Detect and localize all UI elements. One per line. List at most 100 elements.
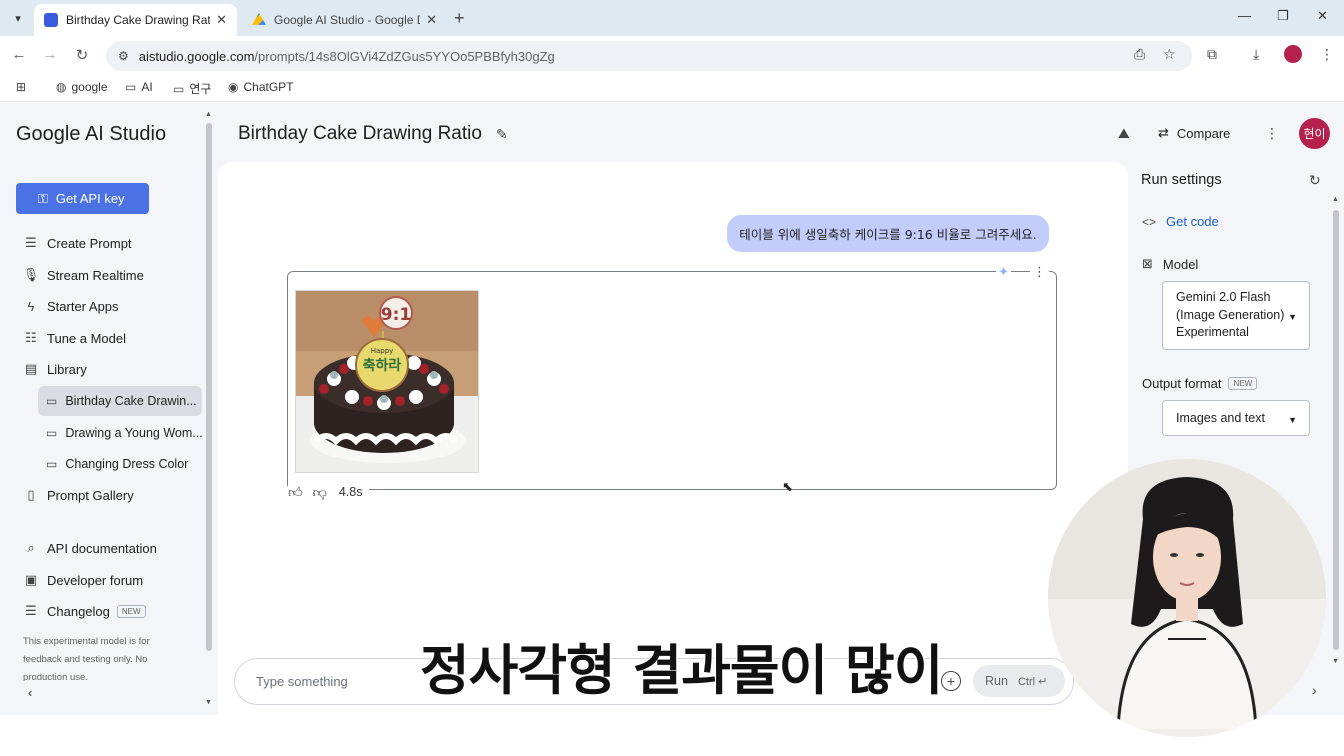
sidebar-link-label: Developer forum <box>47 572 144 588</box>
library-item-birthday-cake[interactable]: ▭ Birthday Cake Drawin... <box>38 386 202 416</box>
tab-title: Birthday Cake Drawing Ratio | <box>66 13 211 27</box>
model-select[interactable]: Gemini 2.0 Flash (Image Generation) Expe… <box>1162 281 1310 350</box>
prompt-placeholder[interactable]: Type something <box>256 674 348 689</box>
add-media-icon[interactable]: + <box>941 671 961 691</box>
run-settings-title: Run settings <box>1141 172 1222 188</box>
thumbs-down-icon[interactable]: 👎︎ <box>313 484 327 501</box>
close-window-icon[interactable]: ✕ <box>1317 8 1328 24</box>
scroll-down-icon[interactable]: ▼ <box>205 699 212 706</box>
close-tab-icon[interactable]: ✕ <box>426 12 437 28</box>
response-time: 4.8s <box>338 485 363 499</box>
sidebar-scrollbar[interactable]: ▲ ▼ <box>205 111 213 706</box>
browser-profile-avatar[interactable] <box>1284 45 1302 63</box>
url-host: aistudio.google.com <box>138 48 255 64</box>
sidebar-link-label: API documentation <box>47 540 157 556</box>
output-format-select[interactable]: Images and text ▼ <box>1162 400 1310 436</box>
compare-label: Compare <box>1176 125 1231 141</box>
chatgpt-icon: ◉ <box>228 80 239 94</box>
response-more-icon[interactable]: ⋮ <box>1030 264 1049 280</box>
changelog-icon: ☰ <box>25 603 37 618</box>
sidebar-item-prompt-gallery[interactable]: ▯ Prompt Gallery <box>22 482 133 508</box>
prompt-title-text: Birthday Cake Drawing Ratio <box>238 123 482 144</box>
tab-title: Google AI Studio - Google Dri <box>274 13 421 27</box>
browser-tab-bar: ▾ Birthday Cake Drawing Ratio | ✕ Google… <box>0 0 1344 36</box>
sidebar-link-changelog[interactable]: ☰ Changelog NEW <box>22 598 146 624</box>
run-button[interactable]: Run Ctrl ↵ <box>973 665 1065 697</box>
more-options-icon[interactable]: ⋮ <box>1265 125 1279 142</box>
new-badge: NEW <box>116 604 146 618</box>
sidebar-item-starter-apps[interactable]: ϟ Starter Apps <box>22 293 119 319</box>
scroll-up-icon[interactable]: ▲ <box>1332 196 1339 203</box>
edit-title-icon[interactable]: ✎ <box>496 126 508 143</box>
install-app-icon[interactable]: ⎙ <box>1134 46 1145 63</box>
library-item-dress-color[interactable]: ▭ Changing Dress Color <box>38 449 202 479</box>
browser-menu-icon[interactable]: ⋮ <box>1320 46 1334 63</box>
extensions-icon[interactable]: ⧉ <box>1207 46 1217 63</box>
tune-icon: ☷ <box>25 330 37 345</box>
model-label-text: Model <box>1162 256 1199 272</box>
settings-scrollbar[interactable]: ▲ ▼ <box>1332 196 1340 666</box>
scroll-up-icon[interactable]: ▲ <box>205 111 212 118</box>
dropdown-caret-icon: ▼ <box>1288 312 1297 323</box>
avatar[interactable]: 현이 <box>1299 118 1330 149</box>
presenter-video <box>1048 459 1326 737</box>
bookmark-label: 연구 <box>189 82 212 96</box>
sidebar-item-create-prompt[interactable]: ☰ Create Prompt <box>22 230 131 256</box>
output-format-label-text: Output format <box>1142 376 1222 391</box>
close-tab-icon[interactable]: ✕ <box>216 12 227 28</box>
site-info-icon[interactable]: ⚙ <box>118 49 129 63</box>
reset-settings-icon[interactable]: ↻ <box>1309 172 1321 189</box>
collapse-sidebar-icon[interactable]: ‹ <box>28 685 32 700</box>
globe-icon: ◍ <box>56 80 67 94</box>
bookmark-star-icon[interactable]: ☆ <box>1163 46 1176 63</box>
tab-search-button[interactable]: ▾ <box>7 7 29 29</box>
apps-grid-icon[interactable]: ⊞ <box>16 80 31 94</box>
webcam-overlay <box>1048 459 1326 737</box>
expand-panel-icon[interactable]: › <box>1312 682 1317 698</box>
tab-birthday-cake[interactable]: Birthday Cake Drawing Ratio | ✕ <box>34 4 237 36</box>
user-message: 테이블 위에 생일축하 케이크를 9:16 비율로 그려주세요. <box>727 215 1049 252</box>
scroll-down-icon[interactable]: ▼ <box>1332 658 1339 665</box>
forward-icon[interactable]: → <box>40 46 60 63</box>
experimental-disclaimer: This experimental model is for feedback … <box>23 636 150 681</box>
bookmark-google[interactable]: ◍ google <box>56 80 108 94</box>
bookmark-chatgpt[interactable]: ◉ ChatGPT <box>228 80 294 94</box>
mouse-cursor-icon: ⬉ <box>782 479 793 494</box>
sidebar-item-tune-model[interactable]: ☷ Tune a Model <box>22 325 126 351</box>
restore-icon[interactable]: ❐ <box>1277 8 1289 24</box>
downloads-icon[interactable]: ⤓ <box>1253 46 1259 63</box>
key-icon: ⚿ <box>38 190 48 206</box>
output-format-label: Output format NEW <box>1142 376 1258 391</box>
output-format-value: Images and text <box>1176 411 1265 425</box>
sidebar-link-api-docs[interactable]: ⌕ API documentation <box>22 535 157 561</box>
tab-google-drive[interactable]: Google AI Studio - Google Dri ✕ <box>242 4 447 36</box>
get-api-key-button[interactable]: ⚿ Get API key <box>16 183 149 214</box>
address-bar[interactable]: ⚙ aistudio.google.com/prompts/14s8OlGVi4… <box>106 41 1192 71</box>
model-label: ⊠ Model <box>1142 256 1198 272</box>
sidebar-item-stream-realtime[interactable]: 🎙︎ Stream Realtime <box>22 262 144 288</box>
compare-button[interactable]: ⇄ Compare <box>1158 125 1230 141</box>
sidebar-link-developer-forum[interactable]: ▣ Developer forum <box>22 567 143 593</box>
reload-icon[interactable]: ↻ <box>72 46 92 64</box>
library-item-label: Birthday Cake Drawin... <box>65 394 197 408</box>
sidebar-item-label: Library <box>47 361 87 377</box>
scrollbar-thumb[interactable] <box>206 123 212 651</box>
bookmark-ai-folder[interactable]: ▭ AI <box>125 80 153 94</box>
compare-icon: ⇄ <box>1158 125 1169 140</box>
get-code-link[interactable]: <> Get code <box>1142 214 1219 229</box>
library-item-young-woman[interactable]: ▭ Drawing a Young Wom... <box>38 418 202 448</box>
back-icon[interactable]: ← <box>9 46 29 63</box>
chat-bubble-icon: ▭ <box>46 394 58 408</box>
token-usage-icon[interactable]: ⛰ <box>1118 125 1130 142</box>
gallery-icon: ▯ <box>27 487 35 502</box>
microphone-icon: 🎙︎ <box>22 267 40 282</box>
bookmark-research-folder[interactable]: ▭ 연구 <box>173 80 211 97</box>
bookmarks-bar: ⊞ ◍ google ▭ AI ▭ 연구 ◉ ChatGPT <box>0 76 1344 102</box>
minimize-icon[interactable]: — <box>1238 8 1251 23</box>
generated-cake-image[interactable]: Happy 축하라 9:1 <box>295 290 479 473</box>
thumbs-up-icon[interactable]: 👍︎ <box>288 484 303 501</box>
bolt-icon: ϟ <box>27 298 35 314</box>
new-tab-button[interactable]: + <box>454 8 465 29</box>
sidebar-item-library[interactable]: ▤ Library <box>22 356 87 382</box>
scrollbar-thumb[interactable] <box>1333 210 1339 650</box>
